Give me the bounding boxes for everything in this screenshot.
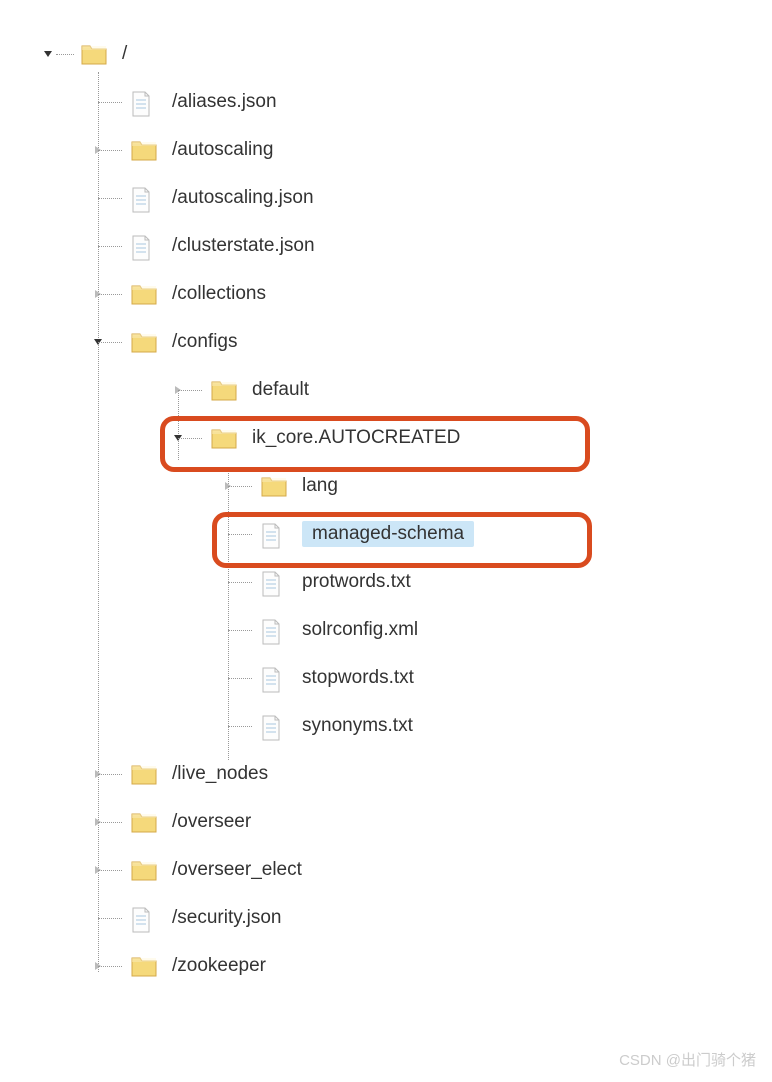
tree-node[interactable]: synonyms.txt <box>220 702 762 750</box>
node-label: / <box>122 43 127 65</box>
tree-node[interactable]: solrconfig.xml <box>220 606 762 654</box>
node-label: managed-schema <box>302 521 474 547</box>
tree-node-root[interactable]: / <box>40 30 762 78</box>
file-icon <box>130 186 158 210</box>
expand-toggle[interactable] <box>40 46 56 62</box>
tree-node[interactable]: stopwords.txt <box>220 654 762 702</box>
tree-node[interactable]: protwords.txt <box>220 558 762 606</box>
watermark: CSDN @出门骑个猪 <box>619 1049 756 1070</box>
node-label: ik_core.AUTOCREATED <box>252 427 460 449</box>
folder-icon <box>210 378 238 402</box>
node-label: /clusterstate.json <box>172 235 315 257</box>
file-icon <box>130 234 158 258</box>
node-label: /live_nodes <box>172 763 268 785</box>
tree-node[interactable]: /security.json <box>90 894 762 942</box>
folder-icon <box>130 330 158 354</box>
file-icon <box>130 906 158 930</box>
folder-icon <box>130 810 158 834</box>
file-icon <box>260 570 288 594</box>
node-label: protwords.txt <box>302 571 411 593</box>
node-label: /security.json <box>172 907 281 929</box>
folder-icon <box>260 474 288 498</box>
node-label: /overseer_elect <box>172 859 302 881</box>
folder-icon <box>130 138 158 162</box>
tree-node-ikcore[interactable]: ik_core.AUTOCREATED <box>170 414 762 462</box>
folder-icon <box>130 954 158 978</box>
node-label: /collections <box>172 283 266 305</box>
node-label: /zookeeper <box>172 955 266 977</box>
tree-node[interactable]: /autoscaling <box>90 126 762 174</box>
tree-node-configs[interactable]: /configs <box>90 318 762 366</box>
tree-node[interactable]: lang <box>220 462 762 510</box>
node-label: solrconfig.xml <box>302 619 418 641</box>
zookeeper-tree: / /aliases.json /autoscaling /autoscalin… <box>40 30 762 990</box>
folder-icon <box>210 426 238 450</box>
node-label: /overseer <box>172 811 251 833</box>
node-label: /configs <box>172 331 237 353</box>
file-icon <box>260 522 288 546</box>
node-label: lang <box>302 475 338 497</box>
tree-node[interactable]: /clusterstate.json <box>90 222 762 270</box>
folder-icon <box>130 858 158 882</box>
folder-icon <box>130 762 158 786</box>
folder-icon <box>80 42 108 66</box>
tree-node[interactable]: /zookeeper <box>90 942 762 990</box>
node-label: /autoscaling <box>172 139 273 161</box>
node-label: /autoscaling.json <box>172 187 314 209</box>
tree-node[interactable]: default <box>170 366 762 414</box>
file-icon <box>260 618 288 642</box>
tree-node[interactable]: /overseer <box>90 798 762 846</box>
file-icon <box>260 666 288 690</box>
tree-node[interactable]: /aliases.json <box>90 78 762 126</box>
tree-node[interactable]: /collections <box>90 270 762 318</box>
node-label: synonyms.txt <box>302 715 413 737</box>
file-icon <box>130 90 158 114</box>
tree-node[interactable]: /autoscaling.json <box>90 174 762 222</box>
node-label: stopwords.txt <box>302 667 414 689</box>
file-icon <box>260 714 288 738</box>
node-label: /aliases.json <box>172 91 277 113</box>
node-label: default <box>252 379 309 401</box>
tree-node[interactable]: /live_nodes <box>90 750 762 798</box>
tree-node[interactable]: /overseer_elect <box>90 846 762 894</box>
folder-icon <box>130 282 158 306</box>
tree-node-managed-schema[interactable]: managed-schema <box>220 510 762 558</box>
